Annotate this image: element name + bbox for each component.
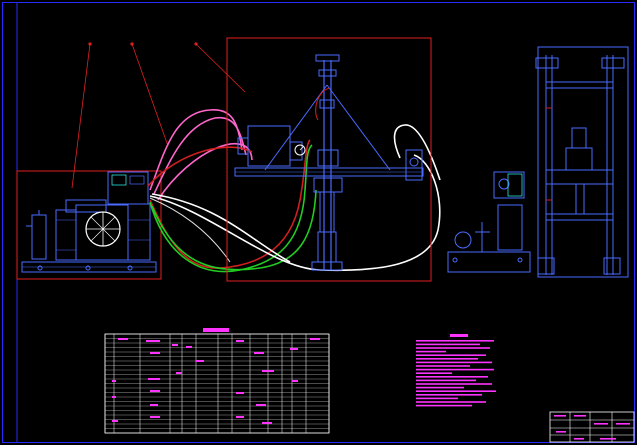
notes-line — [416, 390, 496, 392]
title-block-mark — [616, 423, 630, 425]
parts-table-cell-mark — [118, 338, 128, 340]
parts-table-title-bar — [203, 328, 229, 332]
test-rig-frame — [226, 37, 432, 282]
pump-station-frame — [16, 170, 162, 280]
notes-line — [416, 372, 452, 374]
callout-leader-2 — [131, 43, 169, 147]
parts-table-cell-mark — [186, 346, 192, 348]
notes-line — [416, 361, 492, 364]
oil-tank — [107, 171, 149, 205]
notes-line — [416, 354, 486, 356]
callout-dot-3 — [194, 42, 198, 46]
parts-table-cell-mark — [172, 344, 178, 346]
parts-table-cell-mark — [150, 352, 160, 354]
parts-table-cell-mark — [292, 380, 298, 382]
notes-line — [416, 401, 486, 403]
parts-table-cell-mark — [146, 340, 160, 342]
parts-table-cell-mark — [112, 396, 116, 398]
parts-table-cell-mark — [176, 372, 182, 374]
callout-leader-1 — [71, 43, 91, 189]
notes-line — [416, 358, 478, 360]
title-block-marks — [554, 415, 630, 440]
parts-table-cell-mark — [150, 404, 158, 406]
hose-magenta — [149, 109, 243, 191]
parts-table-cell-mark — [150, 390, 160, 392]
notes-text-lines — [416, 340, 496, 407]
parts-table-cell-mark — [150, 416, 160, 418]
title-block-mark — [556, 431, 566, 433]
notes-line — [416, 350, 446, 353]
hydraulic-hoses — [147, 109, 441, 273]
parts-table-cell-mark — [256, 404, 266, 406]
notes-line — [416, 394, 482, 396]
parts-table-cell-mark — [148, 378, 160, 380]
parts-table-cell-mark — [236, 392, 244, 394]
hydraulic-jack — [247, 125, 291, 167]
technical-notes — [416, 334, 496, 407]
parts-table-cell-mark — [112, 420, 118, 422]
test-rig-assembly — [226, 37, 432, 282]
notes-line — [416, 397, 458, 400]
pump-station-assembly — [16, 170, 162, 280]
parts-table-cell-mark — [254, 352, 264, 354]
notes-line — [416, 343, 480, 346]
title-block-mark — [600, 438, 616, 440]
title-block-mark — [574, 415, 586, 417]
front-view-assembly — [535, 46, 629, 278]
notes-line — [416, 368, 494, 371]
title-block-mark — [554, 415, 566, 417]
parts-table-cell-mark — [290, 348, 298, 350]
parts-list-table — [104, 328, 330, 434]
parts-table-grid — [104, 333, 330, 434]
callout-leader-3 — [195, 43, 246, 93]
notes-line — [416, 379, 476, 382]
motor — [55, 209, 77, 261]
title-block — [549, 411, 635, 443]
notes-line — [416, 340, 494, 342]
parts-table-cell-mark — [310, 338, 320, 340]
notes-title-bar — [450, 334, 468, 337]
notes-line — [416, 365, 470, 367]
callout-dot-2 — [130, 42, 134, 46]
parts-table-cell-mark — [112, 380, 116, 382]
parts-table-cell-mark — [262, 422, 272, 424]
accumulator — [31, 214, 47, 260]
cad-drawing-canvas — [2, 2, 635, 443]
parts-table-cell-mark — [236, 416, 244, 418]
callout-dot-1 — [88, 42, 92, 46]
parts-table-cell-mark — [262, 370, 274, 372]
notes-line — [416, 404, 472, 407]
notes-line — [416, 347, 490, 349]
title-block-mark — [574, 438, 584, 440]
title-block-mark — [594, 423, 608, 425]
parts-table-cell-mark — [236, 340, 244, 342]
notes-line — [416, 386, 464, 389]
notes-line — [416, 383, 492, 385]
side-view-assembly — [447, 171, 531, 273]
parts-table-cell-mark — [196, 360, 204, 362]
notes-line — [416, 376, 488, 378]
